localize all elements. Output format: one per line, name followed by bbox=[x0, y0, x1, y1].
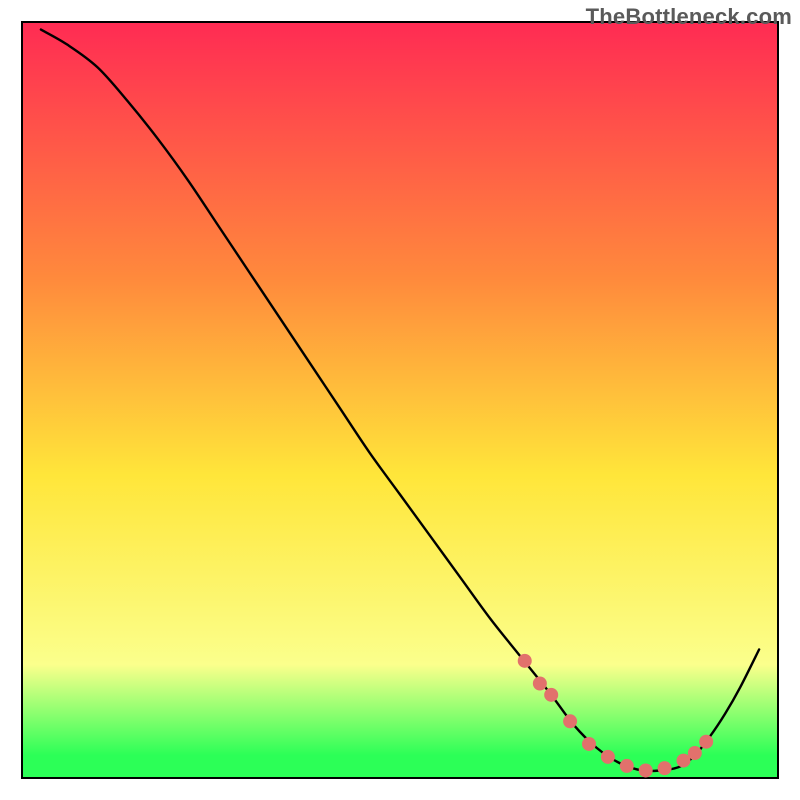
marker-dot bbox=[699, 735, 713, 749]
watermark-text: TheBottleneck.com bbox=[586, 4, 792, 30]
marker-dot bbox=[582, 737, 596, 751]
marker-dot bbox=[533, 677, 547, 691]
marker-dot bbox=[639, 763, 653, 777]
marker-dot bbox=[620, 759, 634, 773]
marker-dot bbox=[563, 714, 577, 728]
marker-dot bbox=[544, 688, 558, 702]
gradient-background bbox=[22, 22, 778, 778]
bottleneck-chart bbox=[0, 0, 800, 800]
marker-dot bbox=[688, 746, 702, 760]
marker-dot bbox=[518, 654, 532, 668]
chart-container: TheBottleneck.com bbox=[0, 0, 800, 800]
marker-dot bbox=[658, 761, 672, 775]
marker-dot bbox=[601, 750, 615, 764]
